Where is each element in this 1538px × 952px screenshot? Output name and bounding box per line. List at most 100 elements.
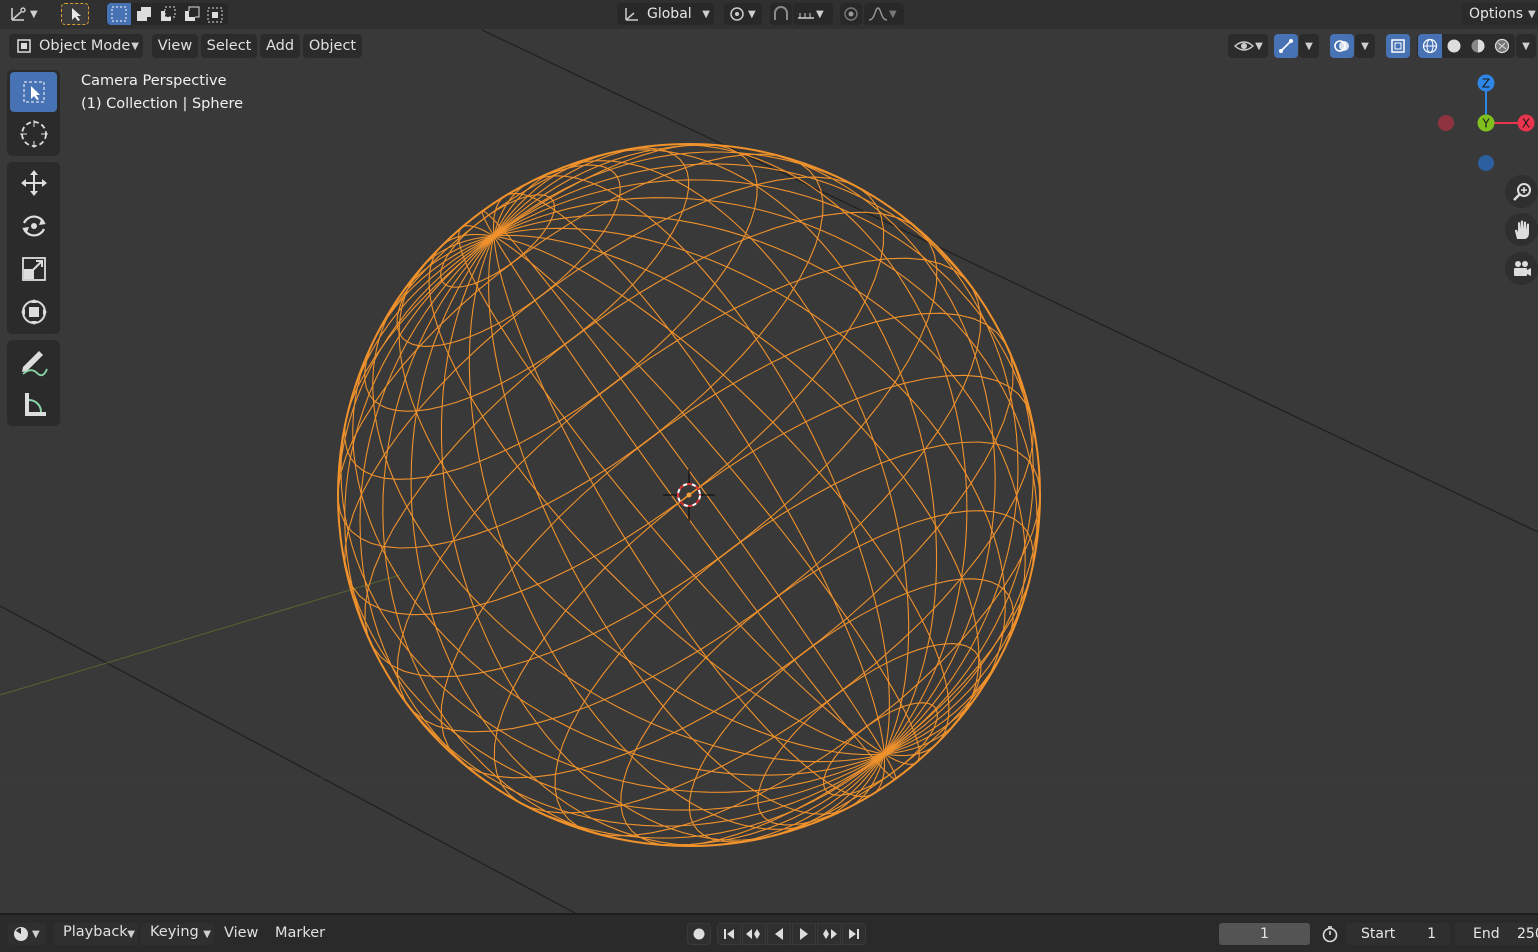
shading-solid-button[interactable] bbox=[1442, 34, 1466, 58]
chevron-down-icon: ▼ bbox=[1255, 40, 1263, 52]
clock-icon bbox=[14, 927, 28, 941]
rotate-icon bbox=[21, 215, 46, 237]
tool-scale[interactable] bbox=[10, 249, 57, 289]
shading-mode-group bbox=[1417, 34, 1515, 58]
grid-line bbox=[481, 29, 1538, 533]
sphere-edge bbox=[493, 143, 968, 755]
preview-range-toggle[interactable] bbox=[1319, 923, 1341, 945]
menu-select-label: Select bbox=[206, 38, 252, 54]
sphere-edge bbox=[493, 235, 897, 780]
jump-end-button[interactable] bbox=[842, 923, 866, 945]
sphere-edge bbox=[493, 149, 938, 755]
sphere-edge bbox=[468, 235, 885, 830]
3d-cursor-icon[interactable] bbox=[663, 469, 715, 521]
timeline-marker-menu[interactable]: Marker bbox=[275, 925, 325, 941]
menu-add[interactable]: Add bbox=[260, 34, 300, 58]
pan-view-button[interactable] bbox=[1505, 213, 1538, 246]
zoom-view-button[interactable] bbox=[1505, 175, 1538, 208]
prev-keyframe-icon bbox=[746, 929, 760, 939]
tool-select-box[interactable] bbox=[10, 72, 57, 112]
cursor-target-icon bbox=[19, 120, 48, 148]
select-box-icon bbox=[23, 81, 44, 103]
axis-x-label: X bbox=[1522, 117, 1530, 131]
current-frame-field[interactable]: 1 bbox=[1219, 923, 1310, 945]
menu-add-label: Add bbox=[265, 38, 295, 54]
view-name-text: Camera Perspective bbox=[81, 73, 227, 89]
gizmo-dropdown[interactable]: ▼ bbox=[1299, 34, 1319, 58]
annotate-pencil-icon bbox=[21, 351, 48, 377]
timeline-view-menu[interactable]: View bbox=[224, 925, 258, 941]
tool-measure[interactable] bbox=[10, 385, 57, 425]
tool-cursor[interactable] bbox=[10, 114, 57, 154]
next-keyframe-button[interactable] bbox=[817, 923, 841, 945]
mode-label: Object Mode bbox=[39, 38, 131, 54]
visibility-dropdown[interactable]: ▼ bbox=[1228, 34, 1268, 58]
overlays-icon bbox=[1334, 40, 1349, 52]
xray-toggle[interactable] bbox=[1386, 34, 1410, 58]
menu-view-label: View bbox=[157, 38, 193, 54]
menu-object[interactable]: Object bbox=[303, 34, 362, 58]
solid-sphere-icon bbox=[1447, 39, 1461, 53]
stopwatch-icon bbox=[1322, 926, 1338, 943]
toolbar-group-annotate bbox=[7, 340, 60, 426]
playback-dropdown[interactable]: Playback ▼ bbox=[54, 923, 138, 945]
prev-keyframe-button[interactable] bbox=[742, 923, 766, 945]
rendered-sphere-icon bbox=[1494, 38, 1510, 54]
toolbar-group-transform bbox=[7, 162, 60, 334]
overlays-toggle[interactable] bbox=[1330, 34, 1354, 58]
tool-rotate[interactable] bbox=[10, 206, 57, 246]
mode-dropdown[interactable]: Object Mode ▼ bbox=[9, 34, 143, 58]
zoom-magnifier-icon bbox=[1512, 182, 1531, 201]
shading-dropdown[interactable]: ▼ bbox=[1516, 34, 1536, 58]
timeline-editor-type-button[interactable]: ▼ bbox=[8, 923, 46, 945]
chevron-down-icon: ▼ bbox=[127, 929, 135, 940]
shading-rendered-button[interactable] bbox=[1490, 34, 1514, 58]
viewport-header: Object Mode ▼ View Select Add Object ▼ ▼… bbox=[0, 31, 1538, 59]
menu-select[interactable]: Select bbox=[201, 34, 257, 58]
keying-dropdown[interactable]: Keying ▼ bbox=[141, 923, 214, 945]
material-sphere-icon bbox=[1471, 39, 1485, 53]
tool-move[interactable] bbox=[10, 163, 57, 203]
menu-view[interactable]: View bbox=[152, 34, 198, 58]
grid-line bbox=[0, 605, 576, 914]
shading-material-button[interactable] bbox=[1466, 34, 1490, 58]
chevron-down-icon: ▼ bbox=[131, 40, 139, 52]
overlays-dropdown[interactable]: ▼ bbox=[1355, 34, 1375, 58]
sphere-edge bbox=[364, 211, 938, 678]
chevron-down-icon: ▼ bbox=[1305, 40, 1313, 52]
playback-label: Playback bbox=[63, 924, 128, 940]
sphere-edge bbox=[493, 197, 1038, 755]
start-value: 1 bbox=[1427, 926, 1436, 942]
axis-neg-x-handle bbox=[1438, 115, 1454, 131]
tool-annotate[interactable] bbox=[10, 342, 57, 382]
play-reverse-button[interactable] bbox=[767, 923, 791, 945]
toolbar-group-select bbox=[7, 70, 60, 156]
jump-start-icon bbox=[724, 929, 734, 939]
sphere-edge bbox=[344, 176, 885, 616]
navigation-gizmo[interactable]: Y Z X bbox=[1428, 72, 1538, 172]
sphere-edge bbox=[410, 235, 885, 847]
play-reverse-icon bbox=[775, 928, 783, 940]
gizmo-icon bbox=[1279, 39, 1293, 53]
menu-object-label: Object bbox=[308, 38, 357, 54]
shading-wireframe-button[interactable] bbox=[1418, 34, 1442, 58]
sphere-edge bbox=[440, 312, 1014, 779]
jump-start-button[interactable] bbox=[717, 923, 741, 945]
chevron-down-icon: ▼ bbox=[1361, 40, 1369, 52]
play-icon bbox=[800, 928, 808, 940]
xray-icon bbox=[1391, 39, 1405, 53]
tool-transform[interactable] bbox=[10, 292, 57, 332]
sphere-edge bbox=[493, 374, 1034, 814]
current-frame-value: 1 bbox=[1260, 926, 1269, 942]
camera-icon bbox=[1513, 260, 1531, 276]
start-frame-field[interactable]: Start 1 bbox=[1346, 923, 1450, 945]
end-frame-field[interactable]: End 250 bbox=[1455, 923, 1538, 945]
viewport-canvas[interactable] bbox=[0, 0, 1538, 950]
auto-keying-button[interactable] bbox=[687, 923, 711, 945]
camera-view-button[interactable] bbox=[1505, 252, 1538, 285]
gizmo-toggle[interactable] bbox=[1274, 34, 1298, 58]
keying-label: Keying bbox=[150, 924, 199, 940]
chevron-down-icon: ▼ bbox=[1522, 40, 1530, 52]
play-button[interactable] bbox=[792, 923, 816, 945]
next-keyframe-icon bbox=[823, 929, 837, 939]
